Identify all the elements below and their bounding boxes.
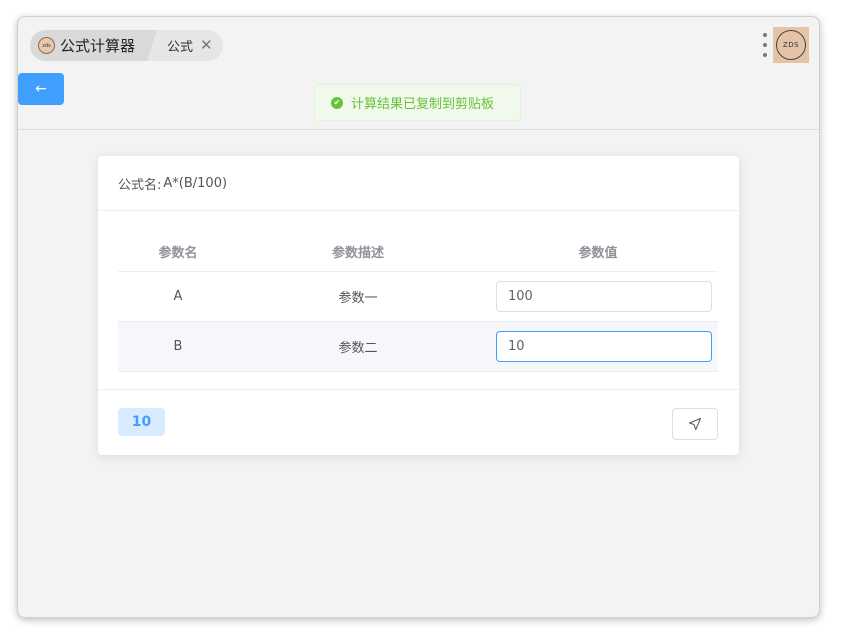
param-b-input[interactable] bbox=[496, 331, 712, 362]
param-name: A bbox=[173, 289, 183, 304]
avatar-logo-icon: ZDS bbox=[776, 30, 806, 60]
app-window: zds 公式计算器 公式 ✕ ZDS ← ✔ 计算结果已复制到剪贴板 公式名: … bbox=[17, 16, 820, 618]
arrow-left-icon: ← bbox=[35, 81, 47, 97]
column-header-description: 参数描述 bbox=[331, 246, 384, 261]
app-logo-icon: zds bbox=[38, 37, 55, 54]
formula-label: 公式名: bbox=[118, 177, 162, 193]
formula-card: 公式名: A*(B/100) 参数名 参数描述 参数值 A 参数一 B 参数二 bbox=[98, 156, 739, 455]
param-description: 参数一 bbox=[338, 291, 378, 306]
send-button[interactable] bbox=[672, 408, 718, 440]
more-menu-icon[interactable] bbox=[762, 33, 768, 57]
avatar[interactable]: ZDS bbox=[773, 27, 809, 63]
card-footer: 10 bbox=[98, 389, 739, 455]
tab-formula-label: 公式 bbox=[167, 40, 194, 55]
card-header: 公式名: A*(B/100) bbox=[98, 156, 739, 211]
param-description: 参数二 bbox=[338, 341, 378, 356]
column-header-value: 参数值 bbox=[578, 246, 618, 261]
formula-value: A*(B/100) bbox=[163, 175, 228, 191]
toast-message: 计算结果已复制到剪贴板 bbox=[351, 97, 495, 112]
check-circle-icon: ✔ bbox=[331, 96, 343, 109]
column-header-name: 参数名 bbox=[158, 246, 198, 261]
close-icon[interactable]: ✕ bbox=[200, 38, 213, 53]
param-name: B bbox=[173, 339, 183, 354]
table-header: 参数名 参数描述 参数值 bbox=[118, 232, 718, 272]
app-title: 公式计算器 bbox=[60, 37, 136, 55]
send-icon bbox=[689, 418, 701, 430]
param-value-cell bbox=[478, 331, 718, 362]
param-table: 参数名 参数描述 参数值 A 参数一 B 参数二 bbox=[118, 232, 718, 372]
tab-app[interactable]: zds 公式计算器 bbox=[30, 30, 158, 61]
tab-formula[interactable]: 公式 ✕ bbox=[147, 30, 223, 61]
back-button[interactable]: ← bbox=[18, 73, 64, 105]
tab-bar: zds 公式计算器 公式 ✕ bbox=[30, 30, 223, 61]
divider bbox=[18, 129, 819, 130]
param-a-input[interactable] bbox=[496, 281, 712, 312]
param-value-cell bbox=[478, 281, 718, 312]
table-row: B 参数二 bbox=[118, 322, 718, 372]
result-badge[interactable]: 10 bbox=[118, 408, 165, 436]
top-bar: zds 公式计算器 公式 ✕ ZDS ← ✔ 计算结果已复制到剪贴板 bbox=[18, 17, 819, 129]
success-toast: ✔ 计算结果已复制到剪贴板 bbox=[314, 84, 521, 121]
table-row: A 参数一 bbox=[118, 272, 718, 322]
